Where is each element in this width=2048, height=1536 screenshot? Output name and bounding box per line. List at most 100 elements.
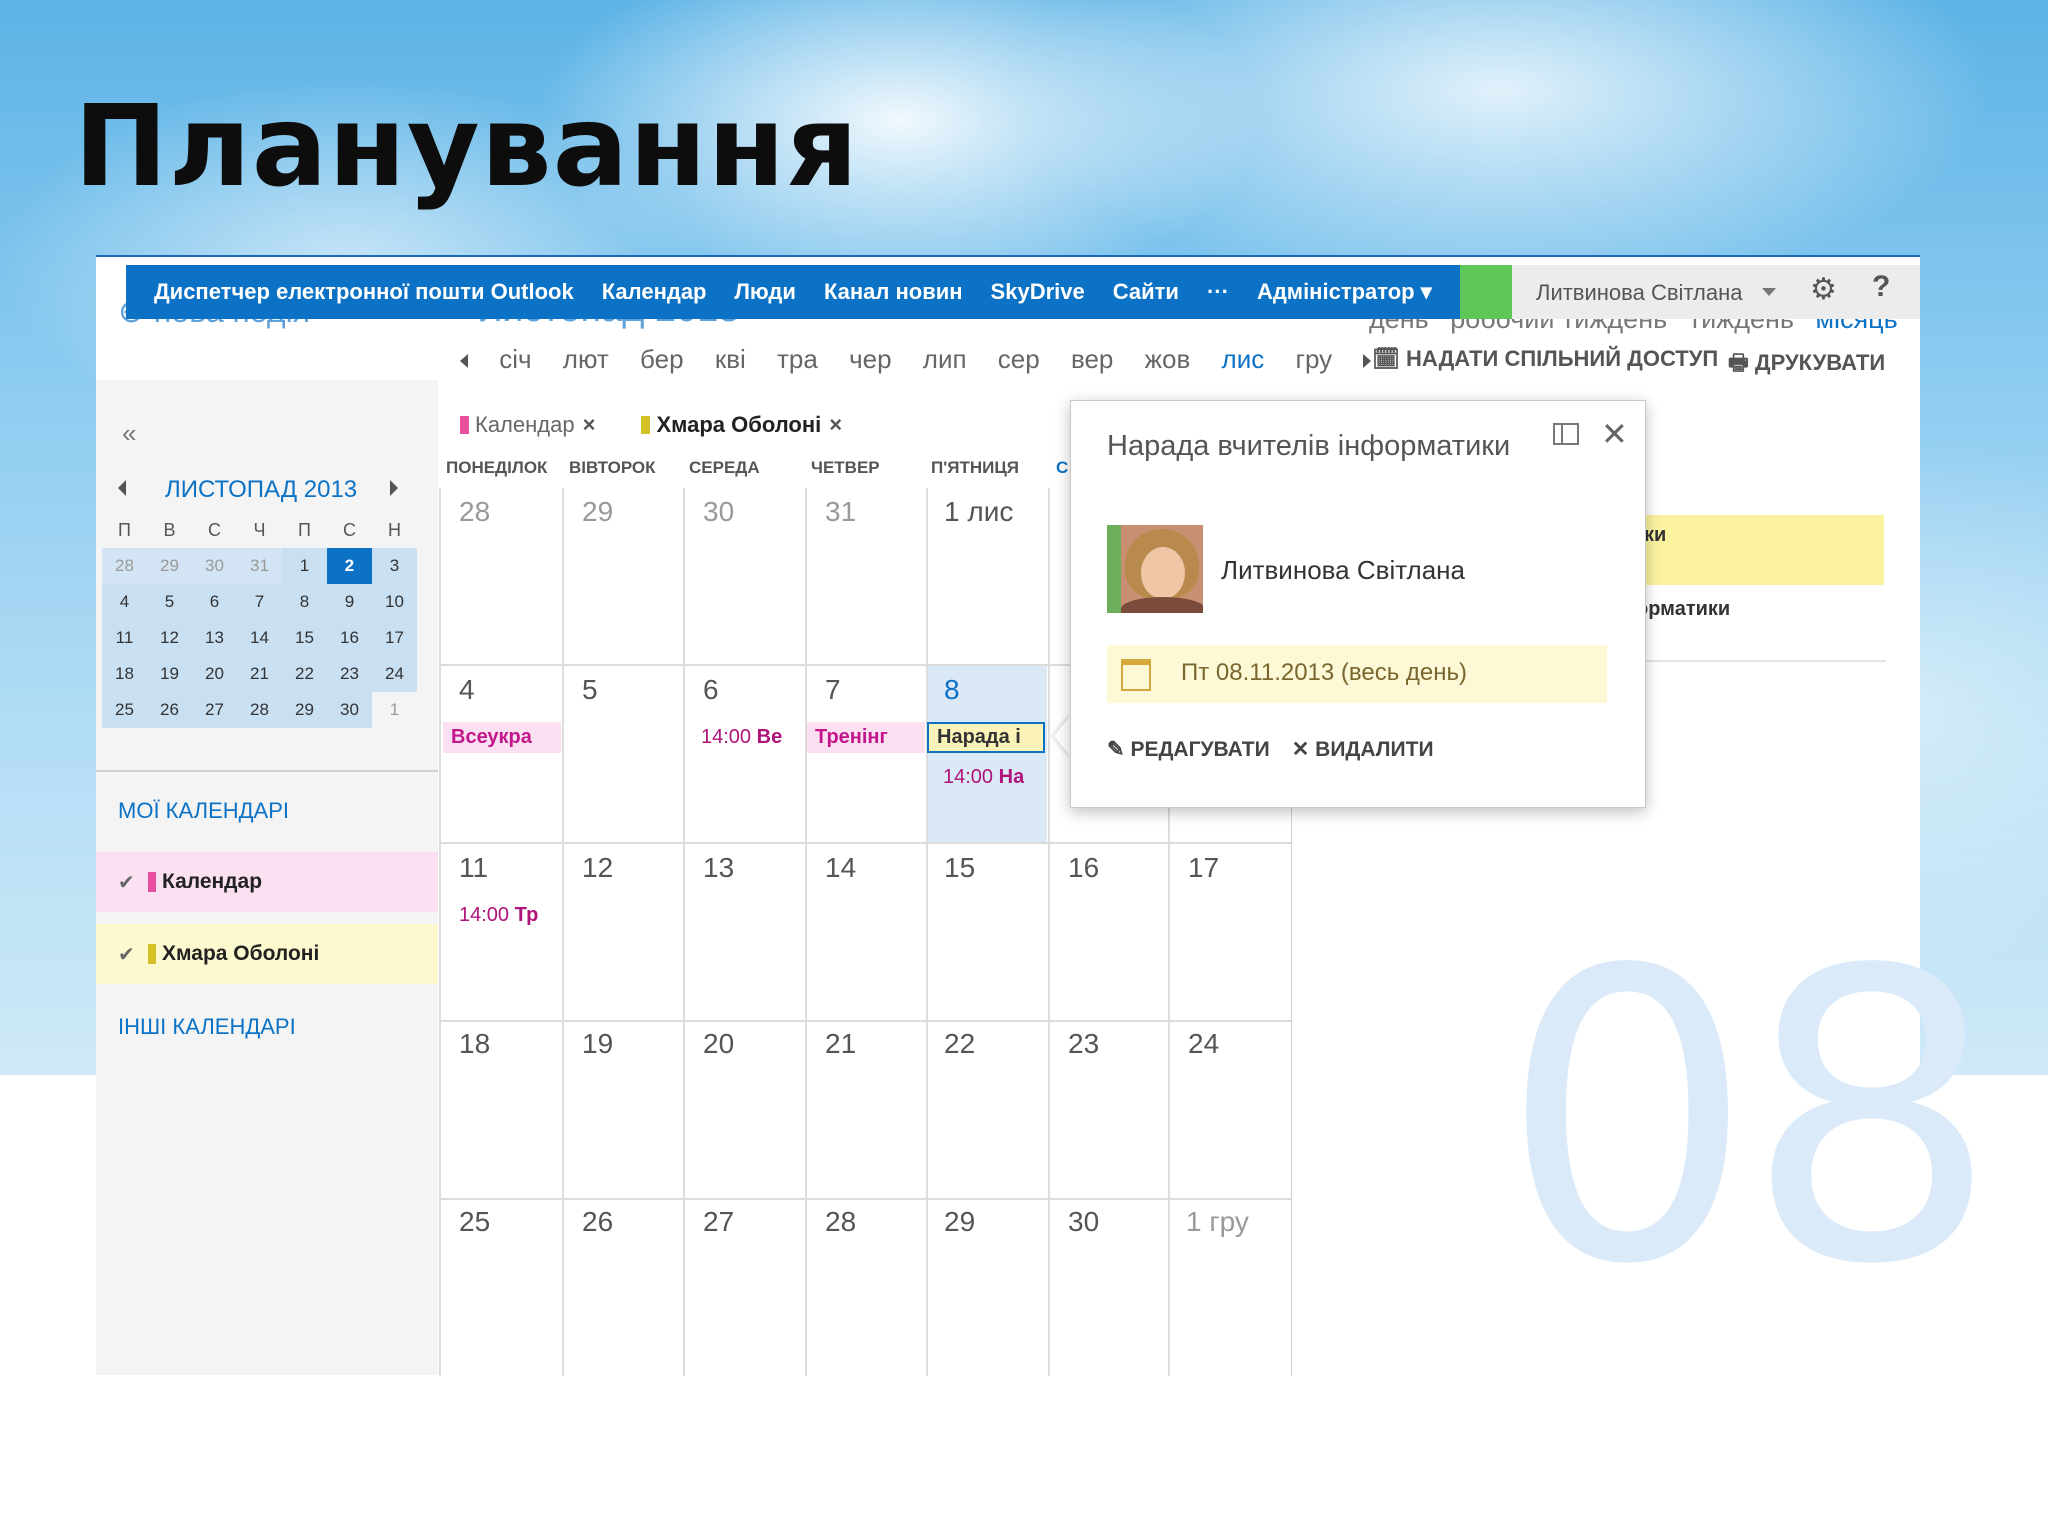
calendar-entry-obolon[interactable]: ✔ Хмара Оболоні (96, 924, 438, 984)
mini-day[interactable]: 28 (237, 692, 282, 728)
day-number[interactable]: 28 (825, 1206, 856, 1238)
day-number[interactable]: 31 (825, 496, 856, 528)
nav-admin[interactable]: Адміністратор ▾ (1257, 279, 1432, 305)
nav-more[interactable]: ··· (1207, 279, 1229, 305)
mini-day-selected[interactable]: 2 (327, 548, 372, 584)
mini-day[interactable]: 18 (102, 656, 147, 692)
mini-day[interactable]: 9 (327, 584, 372, 620)
delete-button[interactable]: ✕ ВИДАЛИТИ (1292, 737, 1434, 762)
day-number[interactable]: 23 (1068, 1028, 1099, 1060)
mini-day[interactable]: 19 (147, 656, 192, 692)
day-number[interactable]: 30 (703, 496, 734, 528)
day-number[interactable]: 6 (703, 674, 719, 706)
mini-day[interactable]: 24 (372, 656, 417, 692)
month-mar[interactable]: бер (640, 344, 684, 374)
day-number[interactable]: 1 гру (1186, 1206, 1249, 1238)
mini-day[interactable]: 17 (372, 620, 417, 656)
mini-day[interactable]: 15 (282, 620, 327, 656)
share-button[interactable]: 🗓 НАДАТИ СПІЛЬНИЙ ДОСТУП (1372, 346, 1718, 372)
mini-day[interactable]: 30 (327, 692, 372, 728)
mini-day[interactable]: 8 (282, 584, 327, 620)
event-chip[interactable]: 14:00 На (943, 766, 1024, 789)
event-chip[interactable]: 14:00 Ве (701, 726, 782, 749)
mini-day[interactable]: 22 (282, 656, 327, 692)
month-nov[interactable]: лис (1222, 344, 1265, 374)
day-number[interactable]: 12 (582, 852, 613, 884)
mini-day[interactable]: 13 (192, 620, 237, 656)
chevron-down-icon[interactable] (1762, 288, 1776, 296)
mini-prev-month-icon[interactable] (118, 480, 126, 496)
mini-day[interactable]: 21 (237, 656, 282, 692)
day-number[interactable]: 5 (582, 674, 598, 706)
month-oct[interactable]: жов (1145, 344, 1191, 374)
day-number[interactable]: 26 (582, 1206, 613, 1238)
collapse-panel-button[interactable]: « (122, 418, 136, 449)
month-jun[interactable]: чер (849, 344, 891, 374)
mini-day[interactable]: 7 (237, 584, 282, 620)
day-number[interactable]: 29 (944, 1206, 975, 1238)
mini-day[interactable]: 6 (192, 584, 237, 620)
mini-day[interactable]: 25 (102, 692, 147, 728)
mini-calendar-title[interactable]: ЛИСТОПАД 2013 (165, 476, 357, 504)
day-number[interactable]: 18 (459, 1028, 490, 1060)
day-number[interactable]: 7 (825, 674, 841, 706)
mini-day[interactable]: 29 (282, 692, 327, 728)
close-icon[interactable]: × (583, 412, 596, 438)
calendar-entry-calendar[interactable]: ✔ Календар (96, 852, 438, 912)
mini-day[interactable]: 5 (147, 584, 192, 620)
day-number[interactable]: 13 (703, 852, 734, 884)
next-year-icon[interactable] (1363, 354, 1372, 369)
edit-button[interactable]: ✎ РЕДАГУВАТИ (1107, 737, 1270, 762)
day-number[interactable]: 15 (944, 852, 975, 884)
event-chip[interactable]: Всеукра (443, 722, 561, 753)
day-number[interactable]: 27 (703, 1206, 734, 1238)
organizer-name[interactable]: Литвинова Світлана (1221, 555, 1465, 586)
mini-day[interactable]: 12 (147, 620, 192, 656)
day-number[interactable]: 25 (459, 1206, 490, 1238)
mini-day[interactable]: 30 (192, 548, 237, 584)
day-number[interactable]: 11 (459, 852, 488, 884)
day-number[interactable]: 20 (703, 1028, 734, 1060)
day-number[interactable]: 22 (944, 1028, 975, 1060)
day-number[interactable]: 4 (459, 674, 475, 706)
month-aug[interactable]: сер (998, 344, 1040, 374)
day-number-today[interactable]: 8 (944, 674, 960, 706)
close-icon[interactable]: × (829, 412, 842, 438)
nav-skydrive[interactable]: SkyDrive (991, 279, 1085, 305)
mini-day[interactable]: 1 (282, 548, 327, 584)
day-number[interactable]: 30 (1068, 1206, 1099, 1238)
day-number[interactable]: 29 (582, 496, 613, 528)
mini-day[interactable]: 28 (102, 548, 147, 584)
nav-newsfeed[interactable]: Канал новин (824, 279, 963, 305)
mini-day[interactable]: 1 (372, 692, 417, 728)
nav-sites[interactable]: Сайти (1113, 279, 1179, 305)
user-menu[interactable]: Литвинова Світлана (1536, 280, 1742, 306)
day-number[interactable]: 24 (1188, 1028, 1219, 1060)
day-number[interactable]: 21 (825, 1028, 856, 1060)
month-sep[interactable]: вер (1071, 344, 1113, 374)
day-number[interactable]: 16 (1068, 852, 1099, 884)
mini-day[interactable]: 10 (372, 584, 417, 620)
close-icon[interactable]: ✕ (1601, 415, 1628, 453)
my-calendars-heading[interactable]: МОЇ КАЛЕНДАРІ (118, 798, 289, 824)
month-apr[interactable]: кві (715, 344, 746, 374)
month-jan[interactable]: січ (499, 344, 531, 374)
mini-day[interactable]: 14 (237, 620, 282, 656)
mini-day[interactable]: 26 (147, 692, 192, 728)
mini-day[interactable]: 20 (192, 656, 237, 692)
filter-obolon[interactable]: Хмара Оболоні × (641, 412, 842, 438)
day-number[interactable]: 1 лис (944, 496, 1013, 528)
expand-icon[interactable] (1553, 423, 1579, 445)
mini-day[interactable]: 3 (372, 548, 417, 584)
mini-day[interactable]: 16 (327, 620, 372, 656)
nav-outlook[interactable]: Диспетчер електронної пошти Outlook (154, 279, 574, 305)
event-chip-selected[interactable]: Нарада і (927, 722, 1045, 753)
filter-calendar[interactable]: Календар × (460, 412, 595, 438)
nav-people[interactable]: Люди (735, 279, 796, 305)
mini-day[interactable]: 29 (147, 548, 192, 584)
mini-day[interactable]: 31 (237, 548, 282, 584)
month-may[interactable]: тра (777, 344, 818, 374)
month-dec[interactable]: гру (1295, 344, 1332, 374)
day-number[interactable]: 14 (825, 852, 856, 884)
nav-calendar[interactable]: Календар (602, 279, 707, 305)
